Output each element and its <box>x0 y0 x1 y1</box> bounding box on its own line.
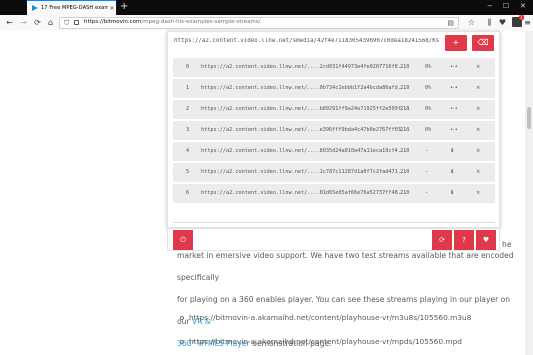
url-text[interactable]: https://bitmovin.com/mpeg-dash-hls-examp… <box>84 19 261 25</box>
help-icon[interactable]: ? <box>454 230 474 250</box>
paragraph-line-2: for playing on a 360 enables player. You… <box>177 289 517 333</box>
close-window-button[interactable]: ✕ <box>520 2 526 10</box>
paragraph-line-1: market in emersive video support. We hav… <box>177 251 514 282</box>
download-icon[interactable]: ⬇ <box>450 142 454 161</box>
forward-icon[interactable]: → <box>18 17 29 28</box>
row-url[interactable]: https://a2.content.video.llnw.net/....e3… <box>201 121 410 140</box>
menu-icon[interactable]: ≡ <box>522 17 533 28</box>
row-url[interactable]: https://a2.content.video.llnw.net/....b8… <box>201 100 410 119</box>
row-index: 3 <box>186 127 190 133</box>
row-progress: - <box>425 148 429 154</box>
divider <box>173 222 495 223</box>
table-row[interactable]: 1 https://a2.content.video.llnw.net/....… <box>173 79 495 98</box>
list-item[interactable]: https://bitmovin-a.akamaihd.net/content/… <box>179 313 471 322</box>
address-bar[interactable]: ⛉ https://bitmovin.com/mpeg-dash-hls-exa… <box>59 17 459 29</box>
clear-button[interactable]: ⌫ <box>472 35 494 51</box>
url-path: /mpeg-dash-hls-examples-sample-streams/ <box>141 19 261 25</box>
bookmark-star-icon[interactable]: ☆ <box>466 17 477 28</box>
row-url[interactable]: https://a2.content.video.llnw.net/....01… <box>201 184 407 203</box>
row-url[interactable]: https://a2.content.video.llnw.net/....80… <box>201 142 407 161</box>
add-button[interactable]: + <box>445 35 467 51</box>
row-code: 210 <box>400 148 410 154</box>
tab-bitmovin[interactable]: 17 Free MPEG-DASH example × <box>27 0 116 15</box>
row-action-icon[interactable]: •·• <box>450 79 458 98</box>
lock-icon[interactable] <box>74 20 79 25</box>
row-action-icon[interactable]: •·• <box>450 121 458 140</box>
row-code: 210 <box>400 127 410 133</box>
row-code: 210 <box>400 169 410 175</box>
back-icon[interactable]: ← <box>4 17 15 28</box>
row-url[interactable]: https://a2.content.video.llnw.net/....0b… <box>201 79 407 98</box>
favorite-heart-icon[interactable]: ♥ <box>476 230 496 250</box>
tab-title: 17 Free MPEG-DASH example <box>41 5 108 11</box>
url-host: https://bitmovin.com <box>84 19 142 25</box>
row-remove-icon[interactable]: × <box>476 163 480 182</box>
row-action-icon[interactable]: •·• <box>450 100 458 119</box>
row-index: 5 <box>186 169 190 175</box>
table-row[interactable]: 5 https://a2.content.video.llnw.net/....… <box>173 163 495 182</box>
row-code: 210 <box>400 190 410 196</box>
row-progress: 0% <box>425 64 432 70</box>
table-row[interactable]: 0 https://a2.content.video.llnw.net/....… <box>173 58 495 77</box>
row-index: 0 <box>186 64 190 70</box>
reader-view-icon[interactable]: ▤ <box>447 19 454 27</box>
row-index: 2 <box>186 106 190 112</box>
row-index: 1 <box>186 85 190 91</box>
stream-detector-panel: https://a2.content.video.llnw.net/smedia… <box>167 31 500 228</box>
row-remove-icon[interactable]: × <box>476 184 480 203</box>
home-icon[interactable]: ⌂ <box>45 17 56 28</box>
maximize-button[interactable]: ☐ <box>503 2 509 10</box>
tab-close-icon[interactable]: × <box>108 5 116 12</box>
row-remove-icon[interactable]: × <box>476 121 480 140</box>
minimize-button[interactable]: − <box>487 2 493 10</box>
row-index: 4 <box>186 148 190 154</box>
download-icon[interactable]: ⬇ <box>450 184 454 203</box>
source-url-field[interactable]: https://a2.content.video.llnw.net/smedia… <box>174 38 442 44</box>
row-action-icon[interactable]: •·• <box>450 58 458 77</box>
refresh-icon[interactable]: ⟳ <box>432 230 452 250</box>
table-row[interactable]: 4 https://a2.content.video.llnw.net/....… <box>173 142 495 161</box>
navigation-toolbar: ← → ⟳ ⌂ ⛉ https://bitmovin.com/mpeg-dash… <box>0 15 533 32</box>
table-row[interactable]: 6 https://a2.content.video.llnw.net/....… <box>173 184 495 203</box>
extension-badge: 1 <box>519 15 524 20</box>
bitmovin-favicon-icon <box>32 5 38 11</box>
tracking-shield-icon[interactable]: ⛉ <box>64 19 69 28</box>
row-progress: 0% <box>425 106 432 112</box>
table-row[interactable]: 2 https://a2.content.video.llnw.net/....… <box>173 100 495 119</box>
row-code: 210 <box>400 64 410 70</box>
row-remove-icon[interactable]: × <box>476 142 480 161</box>
row-progress: - <box>425 169 429 175</box>
row-code: 210 <box>400 106 410 112</box>
row-url[interactable]: https://a2.content.video.llnw.net/....1c… <box>201 163 407 182</box>
row-index: 6 <box>186 190 190 196</box>
page-scrollbar[interactable] <box>525 31 533 355</box>
power-icon[interactable]: ⏻ <box>173 230 193 250</box>
table-row[interactable]: 3 https://a2.content.video.llnw.net/....… <box>173 121 495 140</box>
new-tab-button[interactable]: + <box>120 1 128 13</box>
row-remove-icon[interactable]: × <box>476 79 480 98</box>
row-remove-icon[interactable]: × <box>476 58 480 77</box>
panel-bottom-toolbar: ⏻ ⟳ ? ♥ <box>167 228 500 251</box>
tab-strip: 17 Free MPEG-DASH example × + − ☐ ✕ <box>0 0 533 15</box>
row-url[interactable]: https://a2.content.video.llnw.net/....2c… <box>201 58 407 77</box>
scrollbar-thumb[interactable] <box>527 107 531 129</box>
pocket-icon[interactable]: ♥ <box>497 17 508 28</box>
library-icon[interactable]: ⫼ <box>484 17 495 28</box>
row-code: 210 <box>400 85 410 91</box>
stream-list: 0 https://a2.content.video.llnw.net/....… <box>173 58 495 205</box>
row-progress: - <box>425 190 429 196</box>
row-progress: 0% <box>425 85 432 91</box>
reload-icon[interactable]: ⟳ <box>32 17 43 28</box>
list-item[interactable]: https://bitmovin-a.akamaihd.net/content/… <box>179 337 462 346</box>
row-progress: 0% <box>425 127 432 133</box>
download-icon[interactable]: ⬇ <box>450 163 454 182</box>
row-remove-icon[interactable]: × <box>476 100 480 119</box>
